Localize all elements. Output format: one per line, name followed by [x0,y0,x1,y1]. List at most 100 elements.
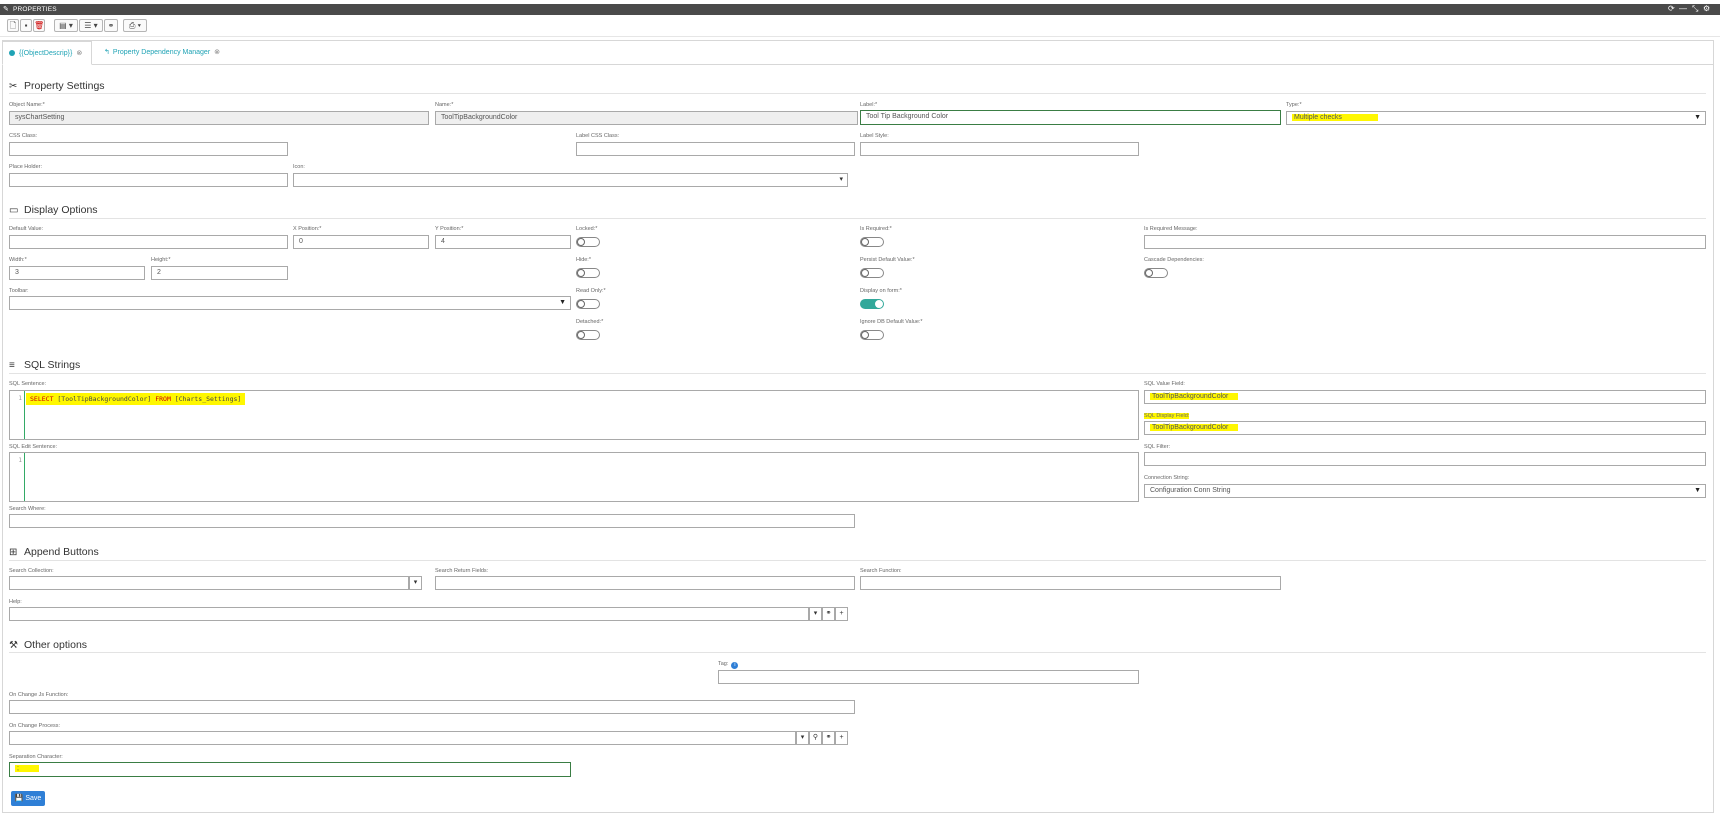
on-change-process-field[interactable] [9,731,796,745]
object-name-field[interactable]: sysChartSetting [9,111,429,125]
search-where-field[interactable] [9,514,855,528]
help-label: Help: [9,599,22,605]
ignore-db-default-label: Ignore DB Default Value:* [860,319,923,325]
refresh-icon[interactable]: ⟳ [1668,5,1675,13]
icon-select[interactable]: ▾ [293,173,848,187]
name-field[interactable]: ToolTipBackgroundColor [435,111,858,125]
toolbar: 🗋 ▪ 🗑 ▤ ▾ ☰ ▾ ⚭ ⎙ ▾ [0,15,1720,37]
tab-bar: {{ObjectDescrip}} ⊗ ↰ Property Dependency … [2,41,1714,65]
place-holder-field[interactable] [9,173,288,187]
label-css-class-label: Label CSS Class: [576,133,620,139]
sql-edit-sentence-editor[interactable]: 1 [9,452,1139,502]
label-field[interactable]: Tool Tip Background Color [860,110,1281,125]
info-icon[interactable]: i [731,662,739,669]
y-position-field[interactable]: 4 [435,235,571,249]
sql-sentence-label: SQL Sentence: [9,381,47,387]
search-collection-select[interactable] [9,576,409,590]
hide-toggle[interactable] [576,268,600,278]
tag-field[interactable] [718,670,1139,684]
tab-object-descrip[interactable]: {{ObjectDescrip}} ⊗ [2,41,92,65]
connection-string-select[interactable]: Configuration Conn String ▼ [1144,484,1706,498]
connection-string-label: Connection String: [1144,475,1190,481]
read-only-toggle[interactable] [576,299,600,309]
caret-down-icon[interactable]: ▾ [809,607,822,621]
tab-status-dot [9,49,15,56]
minimize-icon[interactable]: — [1679,5,1687,13]
type-select[interactable]: Multiple checks ▼ [1286,111,1706,125]
icon-label: Icon: [293,164,305,170]
name-label: Name:* [435,102,454,108]
search-function-field[interactable] [860,576,1281,590]
help-field[interactable] [9,607,809,621]
chevron-down-icon: ▼ [559,299,566,306]
caret-down-icon: ▾ [839,176,843,183]
place-holder-label: Place Holder: [9,164,43,170]
x-position-field[interactable]: 0 [293,235,429,249]
properties-icon: ✎ [3,6,9,13]
sql-sentence-editor[interactable]: 1 SELECT [ToolTipBackgroundColor] FROM [… [9,390,1139,440]
height-field[interactable]: 2 [151,266,288,280]
caret-down-icon[interactable]: ▾ [796,731,809,745]
persist-default-toggle[interactable] [860,268,884,278]
close-icon[interactable]: ⊗ [214,41,220,65]
toolbar-label: Toolbar: [9,288,29,294]
css-class-label: CSS Class: [9,133,38,139]
separation-character-field[interactable]: ; [9,762,571,777]
link-icon[interactable]: ⚭ [822,607,835,621]
detached-label: Detached:* [576,319,604,325]
layout-menu[interactable]: ▤ ▾ [54,19,78,32]
divider [9,652,1706,653]
locked-toggle[interactable] [576,237,600,247]
is-required-message-field[interactable] [1144,235,1706,249]
divider [9,93,1706,94]
link-icon[interactable]: ⚭ [104,19,118,32]
sql-value-field[interactable]: ToolTipBackgroundColor [1144,390,1706,404]
plus-icon[interactable]: + [835,731,848,745]
tab-label: Property Dependency Manager [112,49,211,56]
label-css-class-field[interactable] [576,142,855,156]
detached-toggle[interactable] [576,330,600,340]
sql-filter-field[interactable] [1144,452,1706,466]
css-class-field[interactable] [9,142,288,156]
y-position-label: Y Position:* [435,226,464,232]
on-change-js-field[interactable] [9,700,855,714]
save-button[interactable]: 💾 Save [11,791,45,806]
width-field[interactable]: 3 [9,266,145,280]
read-only-label: Read Only:* [576,288,606,294]
default-value-field[interactable] [9,235,288,249]
separation-character-label: Separation Character: [9,754,63,760]
cascade-dependencies-toggle[interactable] [1144,268,1168,278]
persist-default-label: Persist Default Value:* [860,257,915,263]
close-icon[interactable]: ⊗ [76,42,82,66]
options-icon: ⚒ [9,640,18,651]
list-menu[interactable]: ☰ ▾ [79,19,103,32]
unpin-icon[interactable]: ⤡ [1692,5,1698,13]
x-position-label: X Position:* [293,226,322,232]
plus-square-icon: ⊞ [9,547,18,558]
sql-display-field[interactable]: ToolTipBackgroundColor [1144,421,1706,435]
print-menu[interactable]: ⎙ ▾ [123,19,147,32]
ignore-db-default-toggle[interactable] [860,330,884,340]
tab-property-dependency-manager[interactable]: ↰ Property Dependency Manager ⊗ [98,41,228,65]
settings-icon[interactable]: ⚙ [1703,5,1710,13]
section-sql-strings: ≡ SQL Strings [9,359,81,371]
toolbar-select[interactable]: ▼ [9,296,571,310]
is-required-toggle[interactable] [860,237,884,247]
plus-icon[interactable]: + [835,607,848,621]
search-function-label: Search Function: [860,568,902,574]
search-collection-label: Search Collection: [9,568,54,574]
cascade-dependencies-label: Cascade Dependencies: [1144,257,1204,263]
sql-edit-sentence-label: SQL Edit Sentence: [9,444,58,450]
window-title: PROPERTIES [13,6,57,13]
search-icon[interactable]: ⚲ [809,731,822,745]
default-value-label: Default Value: [9,226,44,232]
display-on-form-toggle[interactable] [860,299,884,309]
caret-down-icon[interactable]: ▾ [409,576,422,590]
label-style-field[interactable] [860,142,1139,156]
sql-icon: ≡ [9,360,15,371]
delete-icon[interactable]: 🗑 [33,19,45,32]
new-icon[interactable]: 🗋 [7,19,19,32]
search-return-fields-field[interactable] [435,576,855,590]
save-icon[interactable]: ▪ [20,19,32,32]
link-icon[interactable]: ⚭ [822,731,835,745]
